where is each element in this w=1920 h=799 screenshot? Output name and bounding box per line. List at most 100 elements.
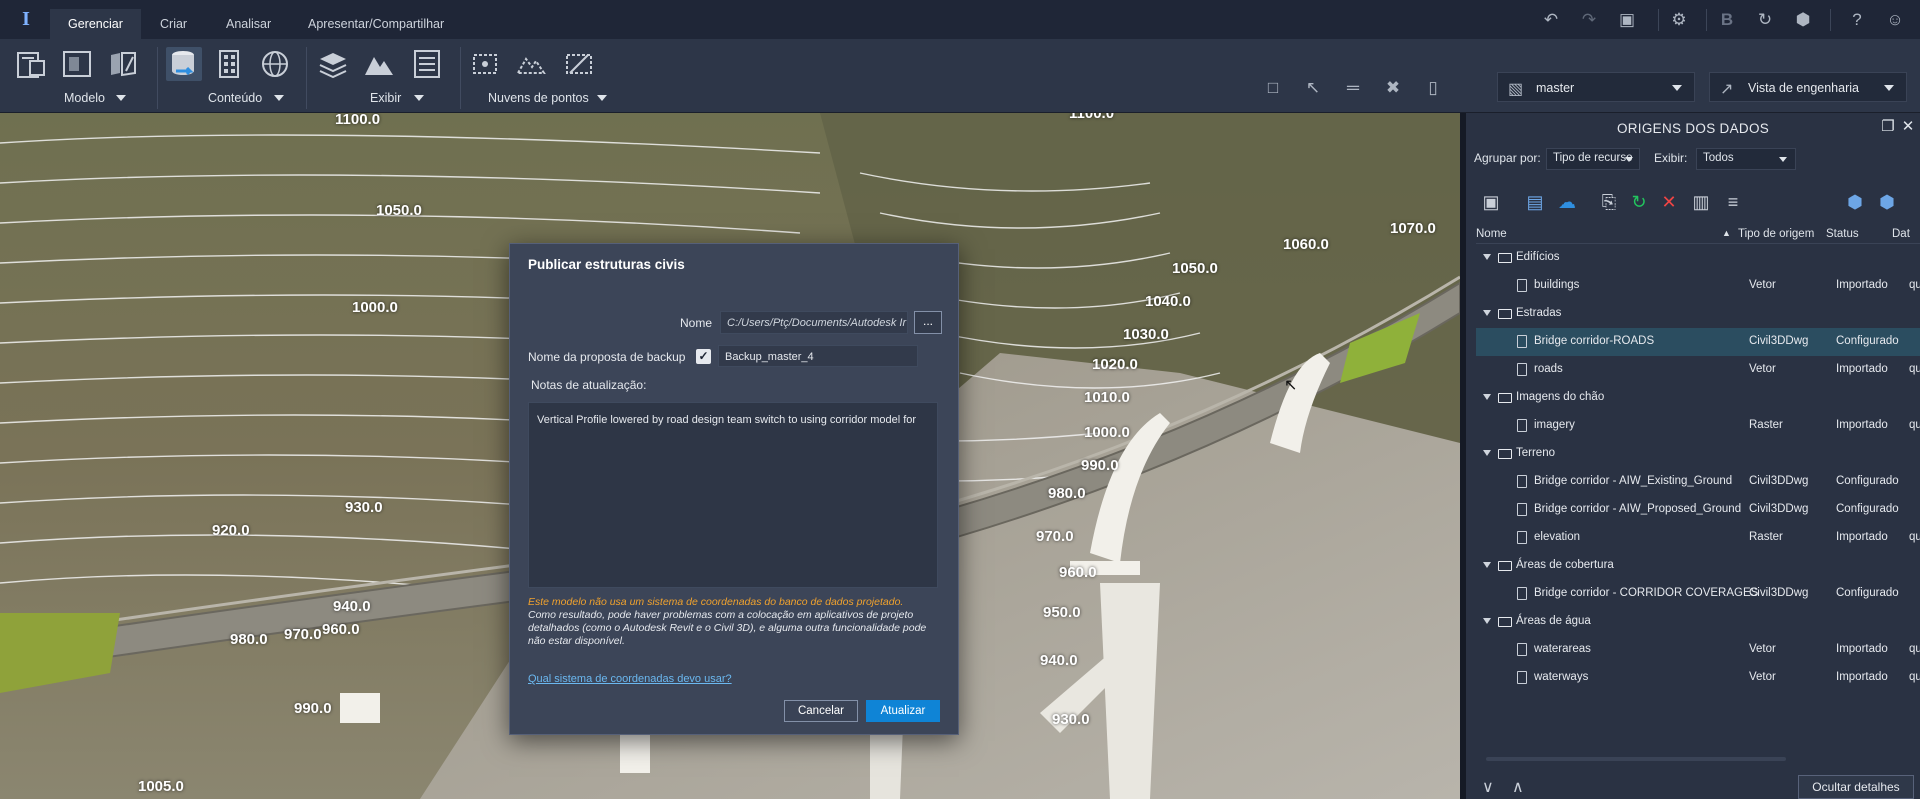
- model-properties-icon[interactable]: [14, 47, 50, 81]
- chevron-down-icon: [1884, 85, 1894, 91]
- tree-row[interactable]: roads Vetor Importado qua: [1476, 356, 1920, 384]
- file-icon: [1517, 503, 1527, 516]
- col-name[interactable]: Nome: [1476, 228, 1507, 240]
- layers-icon[interactable]: ≡: [1720, 189, 1746, 215]
- hide-details-button[interactable]: Ocultar detalhes: [1798, 775, 1914, 799]
- redo-icon[interactable]: ↷: [1578, 9, 1600, 31]
- expand-icon[interactable]: [1483, 562, 1491, 568]
- db-settings-icon[interactable]: ▥: [1688, 189, 1714, 215]
- browse-button[interactable]: ...: [914, 311, 942, 334]
- source-status: Configurado: [1836, 503, 1899, 515]
- tab-apresentar[interactable]: Apresentar/Compartilhar: [290, 9, 462, 39]
- chevron-down-icon[interactable]: [414, 95, 424, 101]
- tab-gerenciar[interactable]: Gerenciar: [50, 9, 141, 39]
- folder-name: Terreno: [1516, 447, 1555, 459]
- copy-icon[interactable]: ⎘: [1596, 189, 1622, 215]
- data-sources-icon[interactable]: [166, 47, 202, 81]
- point-cloud-edit-icon[interactable]: [562, 47, 598, 81]
- tree-row-selected[interactable]: Bridge corridor-ROADS Civil3DDwg Configura…: [1476, 328, 1920, 356]
- expand-icon[interactable]: [1483, 310, 1491, 316]
- user-icon[interactable]: ☺: [1884, 9, 1906, 31]
- tree-row[interactable]: Bridge corridor - AIW_Proposed_Ground Civ…: [1476, 496, 1920, 524]
- model-layout-icon[interactable]: [60, 47, 96, 81]
- close-icon[interactable]: ✕: [1900, 119, 1916, 135]
- ribbon-group-conteudo[interactable]: Conteúdo: [208, 91, 262, 107]
- tree-row[interactable]: Bridge corridor - AIW_Existing_Ground Civ…: [1476, 468, 1920, 496]
- backup-checkbox[interactable]: ✓: [696, 349, 711, 364]
- restore-icon[interactable]: ❐: [1880, 119, 1896, 135]
- model-map-icon[interactable]: [106, 47, 142, 81]
- proposal-dropdown[interactable]: ▧ master: [1497, 72, 1695, 102]
- tree-row[interactable]: buildings Vetor Importado qua: [1476, 272, 1920, 300]
- update-button[interactable]: Atualizar: [866, 700, 940, 722]
- collapse-all-icon[interactable]: ∨: [1482, 777, 1494, 797]
- expand-icon[interactable]: [1483, 254, 1491, 260]
- list-icon[interactable]: [410, 47, 446, 81]
- group-by-dropdown[interactable]: Tipo de recurso: [1546, 148, 1640, 170]
- show-dropdown[interactable]: Todos: [1696, 148, 1796, 170]
- col-status[interactable]: Status: [1826, 228, 1859, 240]
- bold-b-icon[interactable]: B: [1716, 9, 1738, 31]
- notes-textarea[interactable]: Vertical Profile lowered by road design …: [528, 402, 938, 588]
- tree-row[interactable]: Bridge corridor - CORRIDOR COVERAGES Civi…: [1476, 580, 1920, 608]
- tab-criar[interactable]: Criar: [142, 9, 205, 39]
- backup-name-field[interactable]: Backup_master_4: [718, 345, 918, 367]
- undo-icon[interactable]: ↶: [1540, 9, 1562, 31]
- expand-icon[interactable]: [1483, 450, 1491, 456]
- refresh-icon[interactable]: ↻: [1754, 9, 1776, 31]
- help-icon[interactable]: ?: [1846, 9, 1868, 31]
- name-field[interactable]: C:/Users/Ptç/Documents/Autodesk Ir: [720, 311, 908, 334]
- tree-folder[interactable]: Imagens do chão: [1476, 384, 1920, 412]
- expand-all-icon[interactable]: ∧: [1512, 777, 1524, 797]
- database-icon[interactable]: ▤: [1522, 189, 1548, 215]
- source-name: Bridge corridor - AIW_Existing_Ground: [1534, 475, 1733, 487]
- cloud-icon[interactable]: ☁: [1554, 189, 1580, 215]
- measure-icon[interactable]: ═: [1342, 77, 1364, 99]
- contour-label: 970.0: [284, 626, 322, 643]
- point-cloud-icon[interactable]: [468, 47, 504, 81]
- globe-icon[interactable]: [258, 47, 294, 81]
- coordinate-help-link[interactable]: Qual sistema de coordenadas devo usar?: [528, 673, 732, 685]
- tools-icon[interactable]: ✖: [1382, 77, 1404, 99]
- tree-folder[interactable]: Edifícios: [1476, 244, 1920, 272]
- remove-style-icon[interactable]: ⬢: [1842, 189, 1868, 215]
- chevron-down-icon[interactable]: [274, 95, 284, 101]
- contour-label: 920.0: [212, 522, 250, 539]
- tree-row[interactable]: elevation Raster Importado qua: [1476, 524, 1920, 552]
- tree-row[interactable]: imagery Raster Importado qui: [1476, 412, 1920, 440]
- tree-row[interactable]: waterareas Vetor Importado qua: [1476, 636, 1920, 664]
- ribbon-group-modelo[interactable]: Modelo: [64, 91, 105, 107]
- tree-folder[interactable]: Áreas de água: [1476, 608, 1920, 636]
- point-cloud-terrain-icon[interactable]: [514, 47, 550, 81]
- horizontal-scrollbar[interactable]: [1486, 757, 1786, 761]
- ribbon-group-exibir[interactable]: Exibir: [370, 91, 401, 107]
- col-date[interactable]: Dat: [1892, 228, 1920, 240]
- tab-analisar[interactable]: Analisar: [208, 9, 289, 39]
- expand-icon[interactable]: [1483, 618, 1491, 624]
- refresh-icon[interactable]: ↻: [1626, 189, 1652, 215]
- expand-icon[interactable]: [1483, 394, 1491, 400]
- tree-folder[interactable]: Áreas de cobertura: [1476, 552, 1920, 580]
- clip-icon[interactable]: ▯: [1422, 77, 1444, 99]
- contour-label: 990.0: [294, 700, 332, 717]
- pointer-icon[interactable]: ↖: [1302, 77, 1324, 99]
- delete-icon[interactable]: ✕: [1656, 189, 1682, 215]
- chevron-down-icon[interactable]: [597, 95, 607, 101]
- apply-style-icon[interactable]: ⬢: [1874, 189, 1900, 215]
- tree-folder[interactable]: Estradas: [1476, 300, 1920, 328]
- view-icon[interactable]: ▣: [1616, 9, 1638, 31]
- chevron-down-icon[interactable]: [116, 95, 126, 101]
- settings-icon[interactable]: ⚙: [1668, 9, 1690, 31]
- ribbon-group-nuvens[interactable]: Nuvens de pontos: [488, 91, 589, 107]
- view-dropdown[interactable]: ↗ Vista de engenharia: [1709, 72, 1907, 102]
- tree-row[interactable]: waterways Vetor Importado qua: [1476, 664, 1920, 692]
- terrain-icon[interactable]: [362, 47, 398, 81]
- screen-icon[interactable]: □: [1262, 77, 1284, 99]
- layers-icon[interactable]: [316, 47, 352, 81]
- tree-folder[interactable]: Terreno: [1476, 440, 1920, 468]
- cube-icon[interactable]: ⬢: [1792, 9, 1814, 31]
- col-type[interactable]: Tipo de origem: [1738, 228, 1814, 240]
- cancel-button[interactable]: Cancelar: [784, 700, 858, 722]
- buildings-icon[interactable]: [212, 47, 248, 81]
- add-data-icon[interactable]: ▣: [1478, 189, 1504, 215]
